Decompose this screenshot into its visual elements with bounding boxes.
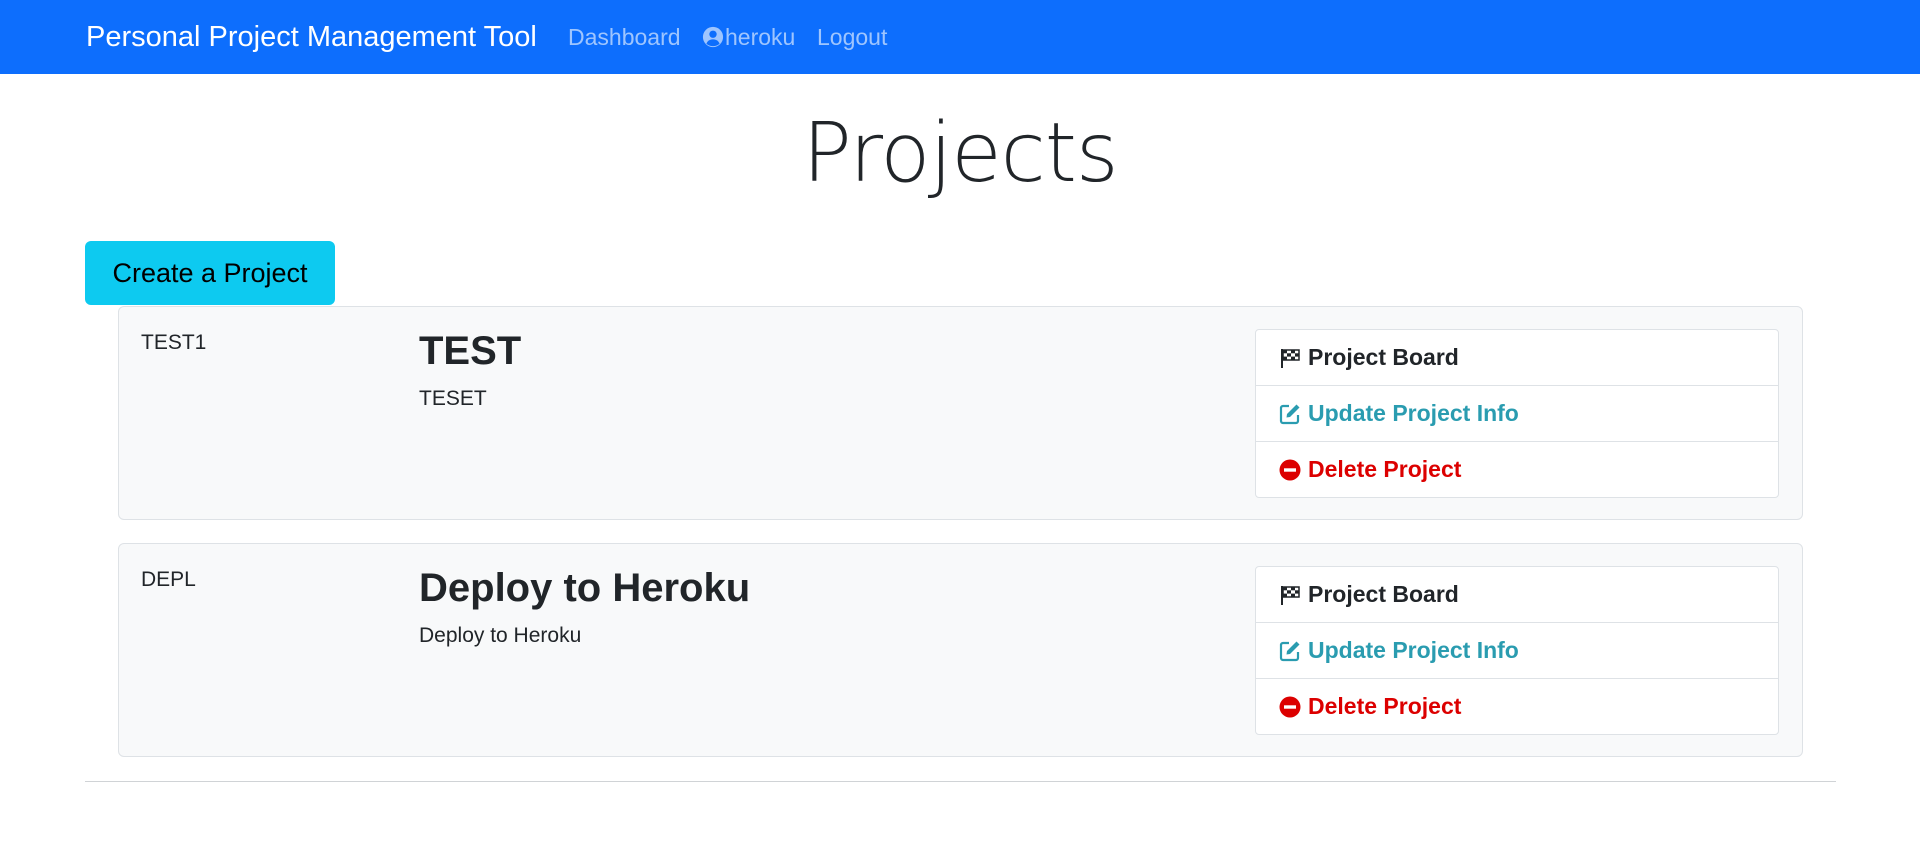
delete-project-label: Delete Project: [1308, 693, 1462, 719]
project-card: TEST1 TEST TESET Project Board Update Pr…: [118, 306, 1803, 520]
navbar: Personal Project Management Tool Dashboa…: [0, 0, 1920, 74]
create-project-button[interactable]: Create a Project: [85, 241, 335, 305]
update-project-label: Update Project Info: [1308, 400, 1519, 426]
project-actions: Project Board Update Project Info Delete…: [1255, 329, 1779, 498]
project-name: Deploy to Heroku: [419, 566, 751, 610]
delete-project-label: Delete Project: [1308, 456, 1462, 482]
project-identifier: DEPL: [141, 568, 196, 591]
minus-circle-icon: [1278, 458, 1302, 482]
project-board-link[interactable]: Project Board: [1256, 330, 1778, 386]
project-card: DEPL Deploy to Heroku Deploy to Heroku P…: [118, 543, 1803, 757]
page-title: Projects: [802, 106, 1118, 201]
delete-project-link[interactable]: Delete Project: [1256, 679, 1778, 734]
update-project-link[interactable]: Update Project Info: [1256, 386, 1778, 442]
project-description: Deploy to Heroku: [419, 624, 582, 647]
nav-user-link[interactable]: heroku: [702, 22, 795, 52]
flag-checkered-icon: [1278, 346, 1302, 370]
edit-icon: [1278, 402, 1302, 426]
nav-dashboard-link[interactable]: Dashboard: [568, 22, 681, 52]
delete-project-link[interactable]: Delete Project: [1256, 442, 1778, 497]
project-name: TEST: [419, 329, 522, 373]
user-circle-icon: [702, 26, 724, 48]
divider: [85, 781, 1836, 782]
project-board-link[interactable]: Project Board: [1256, 567, 1778, 623]
project-board-label: Project Board: [1308, 581, 1459, 607]
flag-checkered-icon: [1278, 583, 1302, 607]
project-actions: Project Board Update Project Info Delete…: [1255, 566, 1779, 735]
project-board-label: Project Board: [1308, 344, 1459, 370]
minus-circle-icon: [1278, 695, 1302, 719]
nav-logout-link[interactable]: Logout: [817, 22, 887, 52]
update-project-link[interactable]: Update Project Info: [1256, 623, 1778, 679]
brand-link[interactable]: Personal Project Management Tool: [86, 19, 537, 55]
edit-icon: [1278, 639, 1302, 663]
project-identifier: TEST1: [141, 331, 207, 354]
nav-user-label: heroku: [725, 24, 796, 50]
project-description: TESET: [419, 387, 487, 410]
update-project-label: Update Project Info: [1308, 637, 1519, 663]
